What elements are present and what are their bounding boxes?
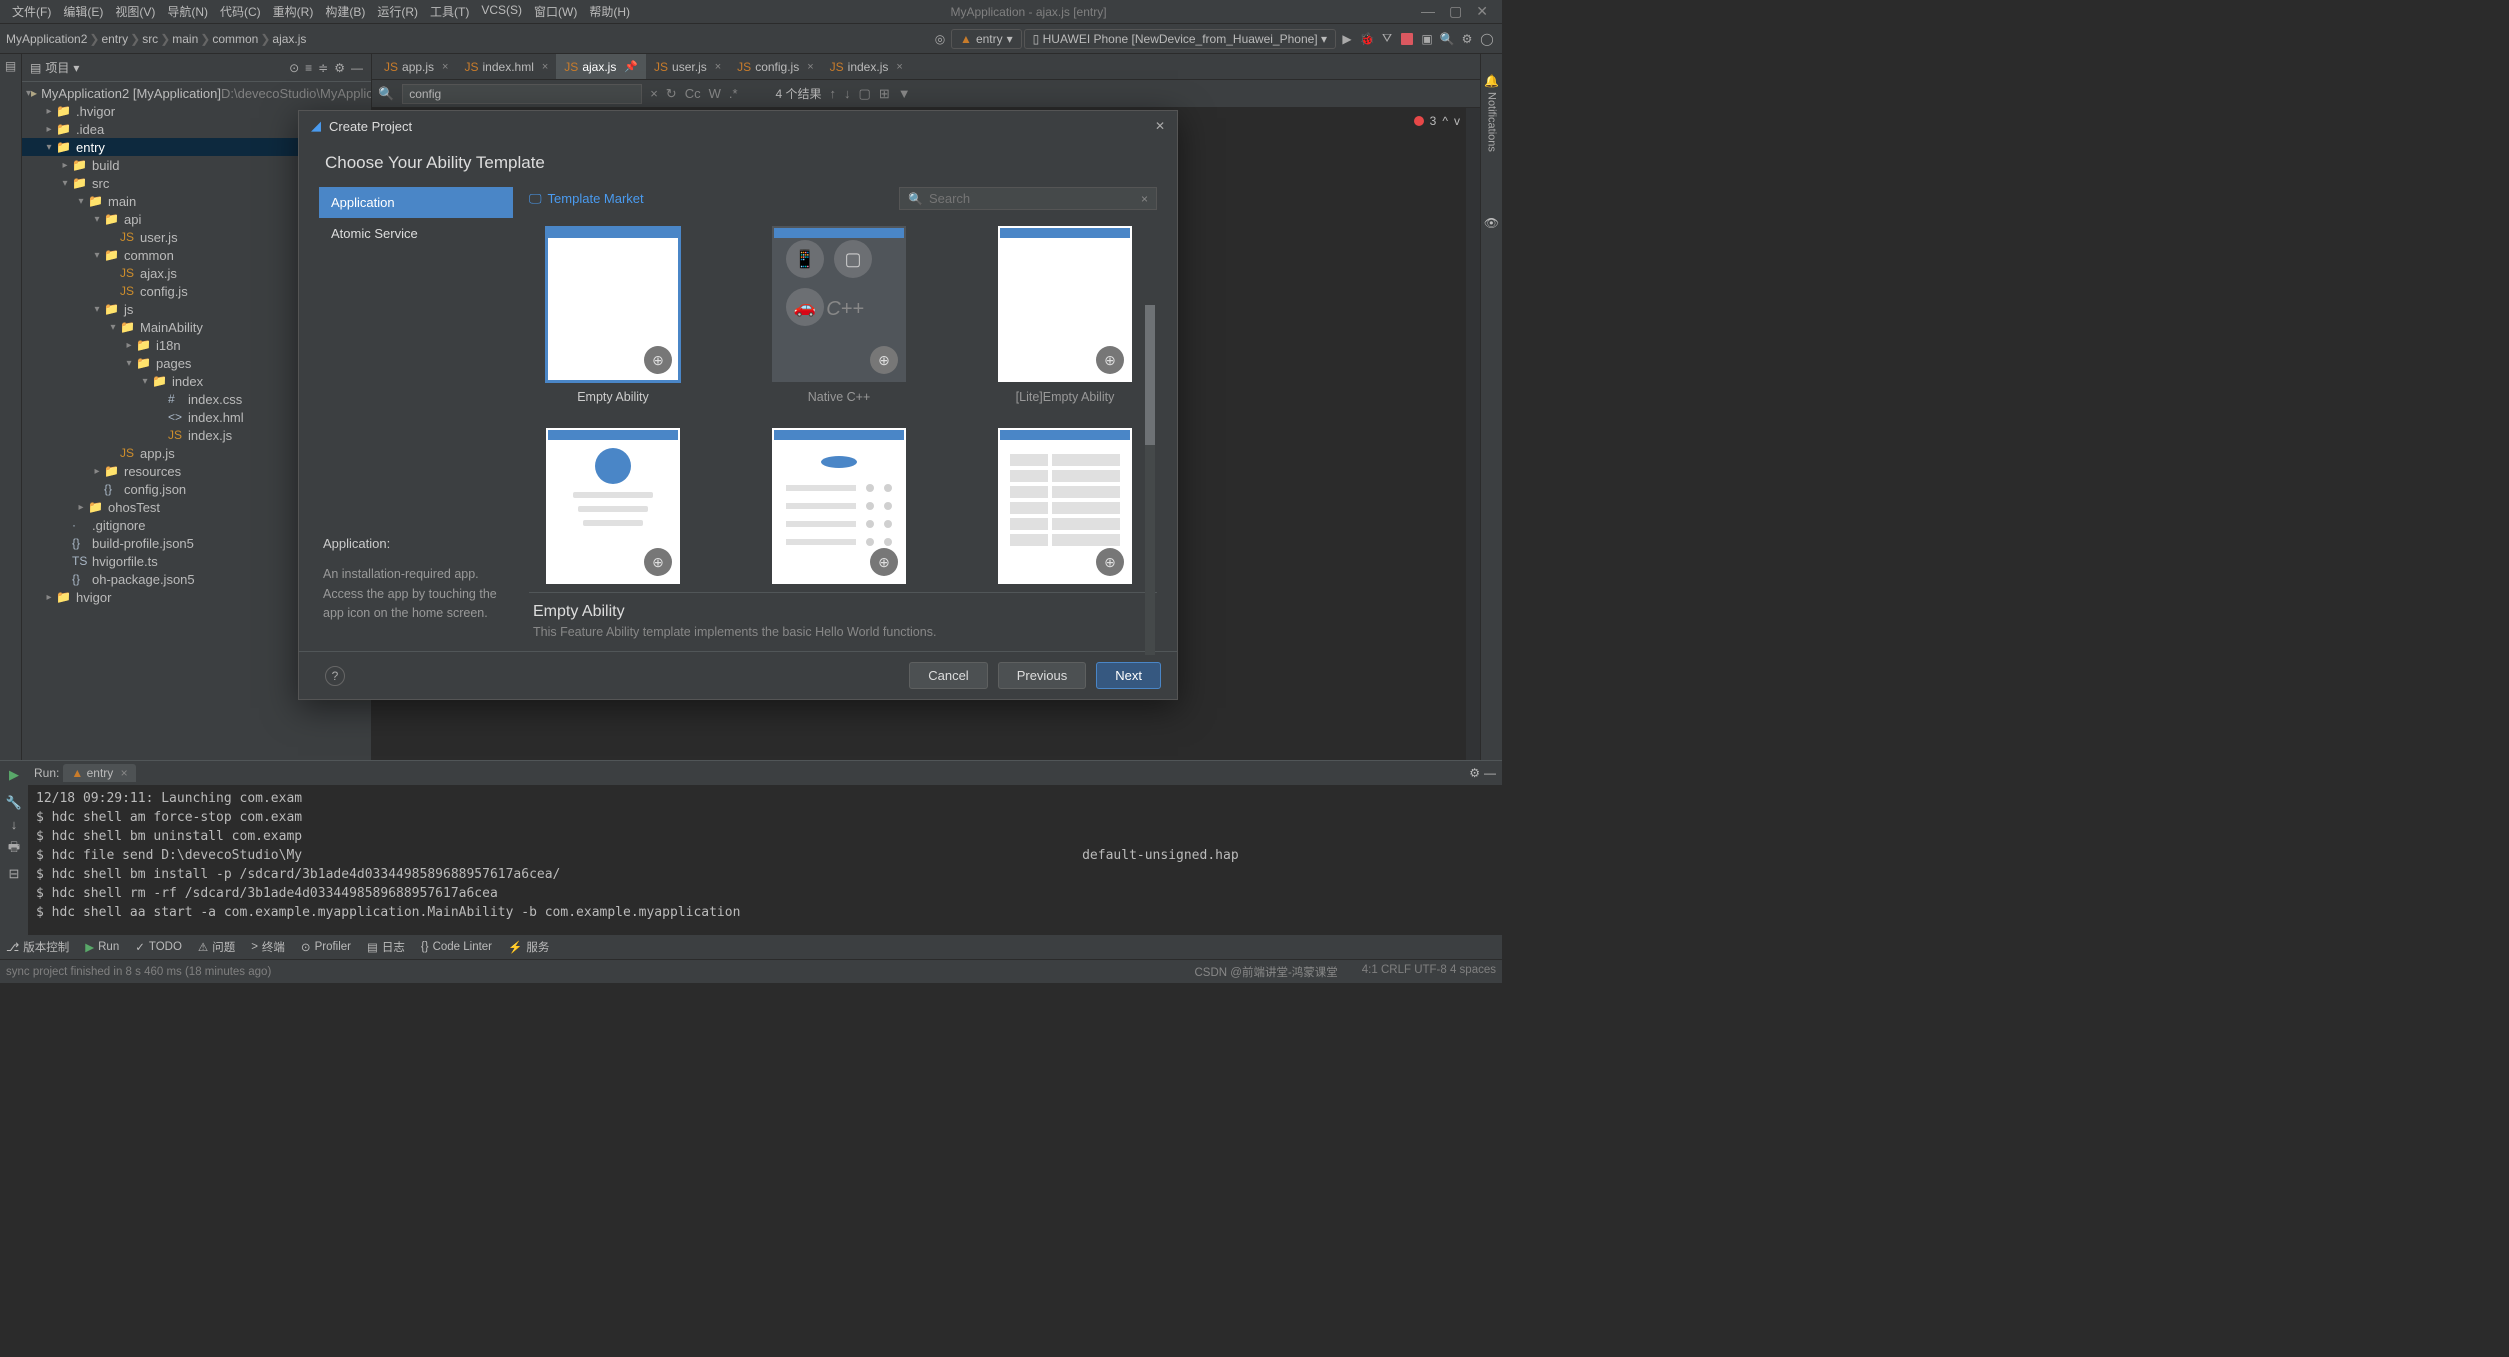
template-card[interactable]: 📱▢🚗C++⊕Native C++ (761, 226, 917, 404)
clear-icon[interactable]: × (1141, 192, 1148, 206)
status-info: 4:1 CRLF UTF-8 4 spaces (1362, 964, 1496, 980)
deveco-icon: ◢ (311, 118, 321, 134)
search-icon: 🔍 (908, 192, 923, 206)
bottombar-终端[interactable]: >终端 (251, 939, 285, 955)
previous-button[interactable]: Previous (998, 662, 1087, 689)
dialog-heading: Choose Your Ability Template (325, 153, 1157, 173)
console-line: $ hdc shell rm -rf /sdcard/3b1ade4d03344… (36, 884, 1494, 903)
bottombar-Profiler[interactable]: ⊙Profiler (301, 940, 351, 954)
help-icon[interactable]: ? (325, 666, 345, 686)
dialog-sidebar: ApplicationAtomic Service Application: A… (319, 187, 513, 639)
template-area: 🖵 Template Market 🔍 × ⊕Empty Ability📱▢🚗C… (529, 187, 1157, 639)
bottombar-问题[interactable]: ⚠问题 (198, 939, 235, 955)
bottombar-Run[interactable]: ▶Run (85, 940, 119, 954)
print-icon[interactable]: 🖶 (8, 838, 20, 860)
bottom-toolbar: ⎇版本控制 ▶Run ✓TODO ⚠问题 >终端 ⊙Profiler ▤日志 {}Code L… (0, 935, 1502, 959)
console-line: $ hdc shell bm uninstall com.examp (36, 827, 1494, 846)
template-detail-desc: This Feature Ability template implements… (533, 625, 1153, 639)
bottombar-Code Linter[interactable]: {}Code Linter (421, 941, 492, 953)
template-card[interactable]: ⊕ (761, 428, 917, 584)
template-card[interactable]: ⊕ (987, 428, 1143, 584)
template-market-link[interactable]: 🖵 Template Market (529, 191, 644, 207)
template-market-label: Template Market (548, 191, 644, 206)
desc-body: An installation-required app. Access the… (323, 567, 497, 621)
template-search[interactable]: 🔍 × (899, 187, 1157, 210)
bottombar-服务[interactable]: ⚡服务 (508, 939, 549, 955)
down-icon[interactable]: ↓ (11, 817, 18, 832)
layout-icon[interactable]: ⊟ (9, 866, 20, 882)
ability-badge-icon: ⊕ (1096, 548, 1124, 576)
template-card[interactable]: ⊕ (535, 428, 691, 584)
template-detail: Empty Ability This Feature Ability templ… (529, 592, 1157, 639)
cart-icon: 🖵 (529, 191, 542, 207)
template-scrollbar[interactable] (1145, 305, 1155, 655)
bottombar-日志[interactable]: ▤日志 (367, 939, 405, 955)
dialog-mask: ◢ Create Project ✕ Choose Your Ability T… (0, 0, 1502, 812)
ability-badge-icon: ⊕ (644, 346, 672, 374)
bottombar-版本控制[interactable]: ⎇版本控制 (6, 939, 69, 955)
template-label: [Lite]Empty Ability (1016, 390, 1115, 404)
ability-badge-icon: ⊕ (870, 548, 898, 576)
desc-title: Application: (323, 534, 509, 554)
status-bar: sync project finished in 8 s 460 ms (18 … (0, 959, 1502, 983)
ability-badge-icon: ⊕ (644, 548, 672, 576)
console-line: $ hdc file send D:\devecoStudio\Mydefaul… (36, 846, 1494, 865)
template-detail-name: Empty Ability (533, 603, 1153, 621)
console-line: $ hdc shell bm install -p /sdcard/3b1ade… (36, 865, 1494, 884)
project-type-application[interactable]: Application (319, 187, 513, 218)
template-card[interactable]: ⊕ Empty Ability (535, 226, 691, 404)
watermark: CSDN @前端讲堂-鸿蒙课堂 (1194, 964, 1337, 980)
template-label: Empty Ability (577, 390, 649, 404)
next-button[interactable]: Next (1096, 662, 1161, 689)
create-project-dialog: ◢ Create Project ✕ Choose Your Ability T… (298, 110, 1178, 700)
bottombar-TODO[interactable]: ✓TODO (135, 940, 182, 954)
template-label: Native C++ (808, 390, 871, 404)
close-icon[interactable]: ✕ (1155, 119, 1165, 133)
search-input[interactable] (929, 191, 1135, 206)
console-line: $ hdc shell aa start -a com.example.myap… (36, 903, 1494, 922)
dialog-footer: ? Cancel Previous Next (299, 651, 1177, 699)
template-card[interactable]: ⊕ [Lite]Empty Ability (987, 226, 1143, 404)
project-type-atomic-service[interactable]: Atomic Service (319, 218, 513, 249)
cancel-button[interactable]: Cancel (909, 662, 987, 689)
template-grid: ⊕Empty Ability📱▢🚗C++⊕Native C++⊕[Lite]Em… (529, 226, 1157, 584)
ability-badge-icon: ⊕ (1096, 346, 1124, 374)
ability-badge-icon: ⊕ (870, 346, 898, 374)
status-message: sync project finished in 8 s 460 ms (18 … (6, 966, 271, 978)
dialog-title: Create Project (329, 119, 412, 134)
